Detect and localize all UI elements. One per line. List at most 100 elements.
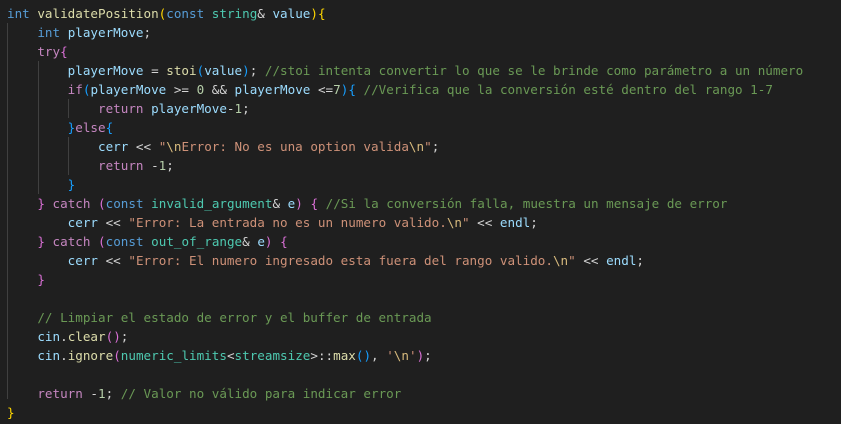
code-line-21[interactable]: return -1; // Valor no válido para indic… (7, 384, 401, 403)
token-bracket: () (355, 348, 372, 363)
code-line-7[interactable]: }else{ (7, 118, 114, 137)
token-punctuation (7, 196, 37, 211)
code-line-1[interactable]: int validatePosition(const string& value… (7, 4, 326, 23)
code-line-4[interactable]: playerMove = stoi(value); //stoi intenta… (7, 61, 804, 80)
token-bracket: ( (113, 348, 121, 363)
token-bracket: ( (98, 196, 106, 211)
token-punctuation (90, 196, 98, 211)
token-punctuation: & (272, 196, 288, 211)
token-variable: e (257, 234, 265, 249)
code-line-13[interactable]: } catch (const out_of_range& e) { (7, 232, 287, 251)
code-line-9[interactable]: return -1; (7, 156, 174, 175)
token-punctuation (90, 234, 98, 249)
token-string: "Error: El numero ingresado esta fuera d… (128, 253, 553, 268)
token-punctuation: >:: (310, 348, 334, 363)
token-variable: cin (37, 348, 61, 363)
token-punctuation: << (98, 253, 129, 268)
token-punctuation: - (143, 158, 159, 173)
code-line-3[interactable]: try{ (7, 42, 67, 61)
token-punctuation (7, 253, 68, 268)
token-bracket: ) (242, 63, 250, 78)
token-punctuation (7, 63, 68, 78)
code-line-5[interactable]: if(playerMove >= 0 && playerMove <=7){ /… (7, 80, 773, 99)
token-punctuation: - (226, 101, 235, 116)
token-punctuation: ; (424, 348, 432, 363)
token-punctuation: << (98, 215, 129, 230)
token-function-name: ignore (67, 348, 114, 363)
token-type-name: streamsize (234, 348, 311, 363)
token-punctuation (7, 310, 37, 325)
token-variable: cerr (67, 215, 99, 230)
code-editor[interactable]: int validatePosition(const string& value… (0, 0, 841, 424)
token-bracket: } (37, 234, 45, 249)
token-number: 7 (333, 82, 341, 97)
token-punctuation: << (469, 215, 500, 230)
token-variable: value (272, 6, 311, 21)
token-punctuation (7, 215, 68, 230)
token-punctuation (7, 272, 37, 287)
token-punctuation (7, 44, 37, 59)
token-string: ' (408, 348, 417, 363)
token-punctuation (7, 120, 68, 135)
token-string: "Error: La entrada no es un numero valid… (128, 215, 447, 230)
token-punctuation: & (257, 6, 273, 21)
token-type-name: out_of_range (151, 234, 243, 249)
code-line-11[interactable]: } catch (const invalid_argument& e) { //… (7, 194, 727, 213)
token-type-name: invalid_argument (151, 196, 273, 211)
token-comment: //Si la conversión falla, muestra un men… (325, 196, 728, 211)
code-line-14[interactable]: cerr << "Error: El numero ingresado esta… (7, 251, 644, 270)
token-variable: endl (499, 215, 531, 230)
code-line-17[interactable]: // Limpiar el estado de error y el buffe… (7, 308, 431, 327)
code-line-2[interactable]: int playerMove; (7, 23, 151, 42)
code-line-22[interactable]: } (7, 403, 15, 422)
token-control-keyword: catch (52, 196, 91, 211)
code-line-10[interactable]: } (7, 175, 76, 194)
code-line-6[interactable]: return playerMove-1; (7, 99, 250, 118)
token-punctuation: ; (431, 139, 440, 154)
token-string: ' (386, 348, 394, 363)
code-line-8[interactable]: cerr << "\nError: No es una option valid… (7, 137, 439, 156)
token-bracket: { (317, 6, 326, 21)
token-comment: //Verifica que la conversión esté dentro… (363, 82, 773, 97)
token-punctuation: ; (143, 25, 152, 40)
token-bracket: ) (310, 6, 318, 21)
code-line-18[interactable]: cin.clear(); (7, 327, 128, 346)
token-bracket: } (37, 272, 45, 287)
token-keyword: int (37, 25, 61, 40)
code-line-19[interactable]: cin.ignore(numeric_limits<streamsize>::m… (7, 346, 432, 365)
token-bracket: { (348, 82, 356, 97)
token-number: 1 (98, 386, 106, 401)
token-punctuation (7, 234, 37, 249)
code-line-12[interactable]: cerr << "Error: La entrada no es un nume… (7, 213, 538, 232)
token-punctuation: >= (166, 82, 197, 97)
token-punctuation: , (371, 348, 387, 363)
token-punctuation (144, 101, 152, 116)
token-comment: // Valor no válido para indicar error (120, 386, 402, 401)
token-punctuation: && (204, 82, 235, 97)
token-bracket: { (310, 196, 319, 211)
token-keyword: int (7, 6, 30, 21)
token-string: " (568, 253, 576, 268)
token-bracket: ) (295, 196, 303, 211)
token-keyword: const (105, 196, 144, 211)
token-punctuation: ; (166, 158, 174, 173)
token-escape-sequence: \n (393, 348, 409, 363)
token-variable: cin (37, 329, 61, 344)
token-punctuation (45, 196, 53, 211)
token-punctuation (7, 177, 68, 192)
token-control-keyword: if (67, 82, 83, 97)
code-line-15[interactable]: } (7, 270, 45, 289)
token-punctuation: ; (530, 215, 538, 230)
token-escape-sequence: \n (408, 139, 425, 154)
token-escape-sequence: \n (166, 139, 182, 154)
token-punctuation (7, 139, 98, 154)
token-punctuation (7, 82, 68, 97)
token-punctuation: ; (120, 329, 129, 344)
token-function-name: max (333, 348, 356, 363)
token-punctuation: - (82, 386, 99, 401)
token-bracket: () (105, 329, 121, 344)
token-punctuation (318, 196, 326, 211)
token-control-keyword: return (98, 158, 144, 173)
token-escape-sequence: \n (446, 215, 462, 230)
token-variable: endl (606, 253, 637, 268)
